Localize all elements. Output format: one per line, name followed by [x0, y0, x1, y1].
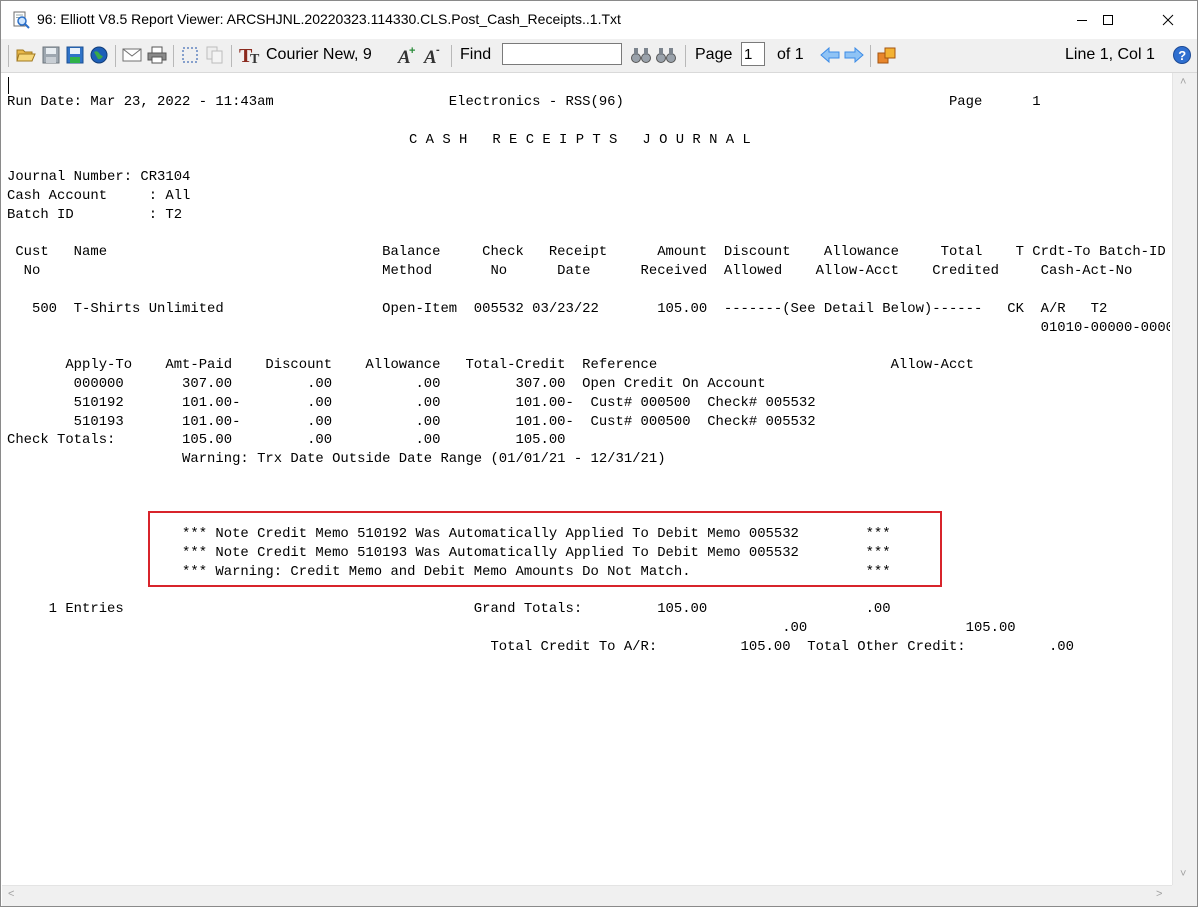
next-page-button[interactable] [843, 45, 865, 65]
journal-number: Journal Number: CR3104 [7, 169, 191, 185]
find-previous-button[interactable] [654, 45, 678, 65]
help-icon: ? [1173, 46, 1191, 64]
toolbar-separator [173, 45, 174, 67]
toolbar-separator [685, 45, 686, 67]
arrow-left-icon [820, 47, 840, 63]
vertical-scrollbar[interactable]: ˄ ˅ [1172, 73, 1197, 885]
find-next-button[interactable] [629, 45, 653, 65]
check-totals: Check Totals: 105.00 .00 .00 105.00 [7, 432, 566, 448]
toolbar-grip [8, 45, 9, 67]
scroll-left-icon[interactable]: < [8, 888, 14, 900]
select-all-button[interactable] [179, 45, 201, 65]
close-button[interactable] [1145, 1, 1191, 39]
globe-icon [90, 46, 108, 64]
maximize-button[interactable] [1085, 1, 1131, 39]
column-header-row-1: Cust Name Balance Check Receipt Amount D… [7, 244, 1166, 260]
toolbar-separator [870, 45, 871, 67]
font-larger-icon: A + [397, 45, 415, 65]
detail-row: 510192 101.00- .00 .00 101.00- Cust# 000… [7, 395, 816, 411]
find-label: Find [460, 46, 492, 63]
page-number-input[interactable] [741, 42, 765, 66]
title-bar: 96: Elliott V8.5 Report Viewer: ARCSHJNL… [1, 1, 1197, 39]
save-button[interactable] [40, 45, 62, 65]
toolbar-separator [231, 45, 232, 67]
detail-row: 000000 307.00 .00 .00 307.00 Open Credit… [7, 376, 766, 392]
folder-open-icon [16, 49, 36, 62]
scroll-down-icon[interactable]: ˅ [1180, 868, 1186, 880]
detail-row: 510193 101.00- .00 .00 101.00- Cust# 000… [7, 414, 816, 430]
report-text-area[interactable]: Run Date: Mar 23, 2022 - 11:43am Electro… [2, 73, 1170, 885]
total-credit-line: Total Credit To A/R: 105.00 Total Other … [7, 639, 1074, 655]
svg-text:A: A [423, 47, 437, 65]
page-label: Page [695, 46, 733, 63]
binoculars-back-icon [656, 48, 676, 63]
find-input[interactable] [502, 43, 622, 65]
email-button[interactable] [121, 45, 143, 65]
report-header-line: Run Date: Mar 23, 2022 - 11:43am Electro… [7, 94, 1041, 110]
svg-text:+: + [409, 45, 415, 57]
font-smaller-icon: A - [423, 45, 440, 65]
print-button[interactable] [146, 45, 168, 65]
envelope-icon [122, 48, 142, 62]
font-larger-button[interactable]: A + [396, 45, 418, 65]
entries-grand-totals: 1 Entries Grand Totals: 105.00 .00 [7, 601, 891, 617]
font-button[interactable]: T T [238, 45, 264, 65]
font-smaller-button[interactable]: A - [422, 45, 444, 65]
notes-highlight-box [148, 511, 942, 587]
batch-id: Batch ID : T2 [7, 207, 183, 223]
web-button[interactable] [88, 45, 110, 65]
cursor-position-status: Line 1, Col 1 [1065, 46, 1155, 63]
scroll-up-icon[interactable]: ˄ [1180, 76, 1186, 88]
svg-text:?: ? [1178, 48, 1186, 63]
select-all-icon [182, 47, 198, 63]
report-viewer-window: 96: Elliott V8.5 Report Viewer: ARCSHJNL… [0, 0, 1198, 907]
binoculars-icon [631, 48, 651, 63]
maximize-icon [1103, 15, 1113, 25]
entry-line: 500 T-Shirts Unlimited Open-Item 005532 … [7, 301, 1108, 317]
font-name-label: Courier New, 9 [266, 46, 372, 63]
previous-page-button[interactable] [819, 45, 841, 65]
close-icon [1162, 14, 1174, 26]
save-as-icon [66, 46, 84, 64]
detail-header: Apply-To Amt-Paid Discount Allowance Tot… [7, 357, 974, 373]
arrow-right-icon [844, 47, 864, 63]
font-icon: T T [239, 45, 260, 65]
cash-account: Cash Account : All [7, 188, 191, 204]
printer-icon [147, 46, 167, 64]
entry-account-line: 01010-00000-00000 [7, 320, 1170, 336]
window-title: 96: Elliott V8.5 Report Viewer: ARCSHJNL… [37, 11, 621, 27]
copy-button[interactable] [204, 45, 226, 65]
svg-text:-: - [436, 45, 440, 56]
column-header-row-2: No Method No Date Received Allowed Allow… [7, 263, 1133, 279]
horizontal-scrollbar[interactable]: < > [2, 885, 1172, 906]
export-button[interactable] [876, 45, 898, 65]
help-button[interactable]: ? [1171, 45, 1193, 65]
report-title: C A S H R E C E I P T S J O U R N A L [409, 132, 751, 148]
toolbar: T T Courier New, 9 A + A - Find Page 1 o… [1, 39, 1197, 73]
toolbar-separator [115, 45, 116, 67]
grand-totals-line-2: .00 105.00 [7, 620, 1016, 636]
save-as-button[interactable] [64, 45, 86, 65]
toolbar-separator [451, 45, 452, 67]
date-range-warning: Warning: Trx Date Outside Date Range (01… [7, 451, 666, 467]
export-icon [877, 47, 896, 64]
open-button[interactable] [15, 45, 37, 65]
scrollbar-corner [1172, 885, 1197, 906]
scroll-right-icon[interactable]: > [1156, 888, 1162, 900]
report-viewer-app-icon [13, 11, 30, 29]
page-count-label: of 1 [777, 46, 804, 63]
save-icon [42, 46, 60, 64]
svg-text:T: T [250, 52, 260, 65]
text-cursor [8, 77, 9, 94]
copy-icon [206, 46, 223, 64]
